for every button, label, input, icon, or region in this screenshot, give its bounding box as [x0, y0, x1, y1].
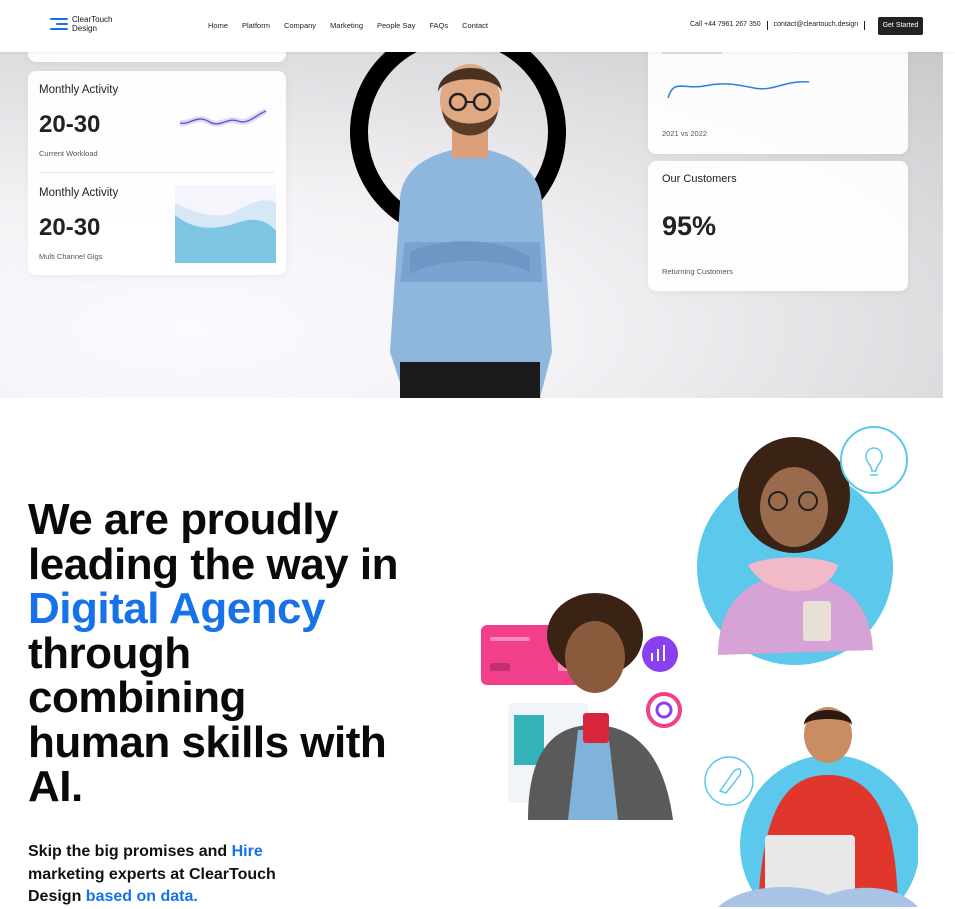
chart-up-icon	[642, 636, 678, 672]
card-partial	[28, 52, 286, 62]
get-started-button[interactable]: Get Started	[878, 17, 923, 35]
gigs-area-chart	[175, 185, 276, 263]
logo-mark-icon	[50, 17, 68, 31]
menu-item-company[interactable]: Company	[284, 21, 316, 30]
menu-item-marketing[interactable]: Marketing	[330, 21, 363, 30]
intro-highlight-data: based on data.	[85, 888, 198, 905]
card1-sub: Current Workload	[39, 149, 98, 158]
main-headline: We are proudly leading the way in Digita…	[28, 495, 398, 811]
man-portrait-image	[390, 64, 552, 398]
contact-info: Call +44 7961 267 350 contact@cleartouch…	[690, 21, 866, 30]
card2-label: Monthly Activity	[39, 187, 119, 199]
lightbulb-icon	[840, 426, 908, 494]
headline-line-5: human skills with	[28, 717, 387, 767]
intro-highlight-hire: Hire	[231, 843, 263, 860]
phone-link[interactable]: Call +44 7961 267 350	[690, 21, 761, 30]
divider	[864, 21, 866, 30]
card-divider	[39, 172, 274, 173]
main-menu: Home Platform Company Marketing People S…	[208, 21, 488, 30]
headline-line-6: AI.	[28, 762, 83, 811]
menu-item-people-say[interactable]: People Say	[377, 21, 415, 30]
intro-text-1: Skip the big promises and	[28, 843, 232, 860]
menu-item-home[interactable]: Home	[208, 21, 228, 30]
logo-line-1: ClearTouch	[72, 15, 113, 24]
headline-highlight: Digital Agency	[28, 584, 325, 633]
headline-line-1: We are proudly	[28, 495, 339, 544]
card3-sub: 2021 vs 2022	[662, 129, 708, 138]
customers-card: Our Customers 95% Returning Customers	[648, 161, 908, 291]
logo-text: ClearTouch Design	[72, 15, 112, 33]
card1-label: Monthly Activity	[39, 84, 119, 96]
rocket-icon	[704, 756, 754, 806]
growth-value-partial	[662, 52, 722, 54]
card2-value: 20-30	[39, 214, 101, 241]
headline-line-2: leading the way in	[28, 539, 398, 589]
headline-line-4: combining	[28, 673, 246, 722]
growth-card: 2021 vs 2022	[648, 52, 908, 154]
logo-line-2: Design	[72, 24, 97, 33]
workload-sparkline	[179, 108, 268, 127]
card4-label: Our Customers	[662, 173, 737, 185]
card1-value: 20-30	[39, 111, 101, 138]
menu-item-faqs[interactable]: FAQs	[429, 21, 448, 30]
card4-sub: Returning Customers	[662, 267, 733, 276]
email-link[interactable]: contact@cleartouch.design	[774, 21, 859, 30]
activity-card: Monthly Activity 20-30 Current Workload …	[28, 71, 286, 275]
growth-line-chart	[667, 81, 810, 99]
logo[interactable]: ClearTouch Design	[50, 15, 112, 33]
top-navbar: ClearTouch Design Home Platform Company …	[0, 0, 955, 52]
intro-paragraph: Skip the big promises and Hire marketing…	[28, 841, 318, 909]
hero-section: Monthly Activity 20-30 Current Workload …	[0, 52, 943, 398]
headline-line-3: through	[28, 628, 191, 678]
divider	[766, 21, 768, 30]
target-icon	[646, 692, 682, 728]
card2-sub: Multi Channel Gigs	[39, 252, 103, 261]
menu-item-contact[interactable]: Contact	[462, 21, 488, 30]
team-illustration	[481, 426, 918, 907]
card4-value: 95%	[662, 211, 717, 241]
menu-item-platform[interactable]: Platform	[242, 21, 270, 30]
